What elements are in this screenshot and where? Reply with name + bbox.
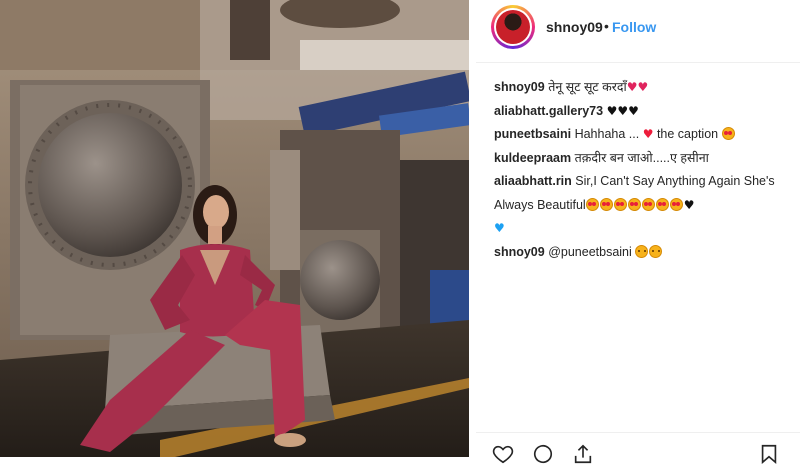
follow-button[interactable]: Follow xyxy=(612,19,656,35)
comment-mention[interactable]: @puneetbsaini xyxy=(548,245,632,259)
star-struck-face-icon xyxy=(585,197,599,211)
comment-username[interactable]: aliaabhatt.rin xyxy=(494,174,572,188)
comment-text: Hahhaha ... xyxy=(574,127,640,141)
post-side-panel: shnoy09 • Follow shnoy09 तेनू सूट सूट कर… xyxy=(476,0,800,465)
comment-text: तेनू सूट सूट करदाँ xyxy=(548,80,627,94)
star-struck-face-icon xyxy=(655,197,669,211)
broken-heart-icon: ♥ xyxy=(637,80,649,94)
avatar xyxy=(496,10,530,44)
share-icon[interactable] xyxy=(572,443,594,465)
avatar-story-ring[interactable] xyxy=(491,5,535,49)
comment-text: तक़दीर बन जाओ.....ए हसीना xyxy=(574,150,709,165)
blue-heart-icon: ♥ xyxy=(494,221,505,235)
black-heart-icon: ♥ xyxy=(628,103,639,118)
star-struck-face-icon xyxy=(669,197,683,211)
comment-icon[interactable] xyxy=(532,443,554,465)
black-heart-icon: ♥ xyxy=(683,197,695,212)
comment-username[interactable]: puneetbsaini xyxy=(494,127,571,141)
red-heart-icon: ♥ xyxy=(642,127,654,141)
comment-username[interactable]: kuldeepraam xyxy=(494,151,571,165)
black-heart-icon: ♥ xyxy=(617,103,629,118)
star-struck-face-icon xyxy=(641,197,655,211)
comment-item: shnoy09 तेनू सूट सूट करदाँ♥♥ xyxy=(494,76,784,100)
comment-text-continued: the caption xyxy=(656,127,719,141)
heart-icon[interactable] xyxy=(492,443,514,465)
post-photo-illustration xyxy=(0,0,469,457)
yum-face-icon xyxy=(649,244,663,258)
comment-item: aliabhatt.gallery73 ♥♥♥ xyxy=(494,100,784,124)
comment-item: aliaabhatt.rin Sir,I Can't Say Anything … xyxy=(494,170,784,241)
star-struck-face-icon xyxy=(627,197,641,211)
action-bar xyxy=(476,432,800,465)
comment-username[interactable]: aliabhatt.gallery73 xyxy=(494,104,603,118)
bookmark-icon[interactable] xyxy=(758,443,780,465)
header-separator: • xyxy=(604,18,609,34)
comment-item: shnoy09 @puneetbsaini xyxy=(494,241,784,265)
comment-item: puneetbsaini Hahhaha ... ♥ the caption xyxy=(494,123,784,147)
avatar-frame xyxy=(494,8,532,46)
post-header: shnoy09 • Follow xyxy=(476,0,800,63)
post-photo[interactable] xyxy=(0,0,469,457)
black-heart-icon: ♥ xyxy=(606,103,618,118)
comment-item: kuldeepraam तक़दीर बन जाओ.....ए हसीना xyxy=(494,147,784,171)
star-struck-face-icon xyxy=(721,127,735,140)
comment-username[interactable]: shnoy09 xyxy=(494,245,545,259)
post-author-username[interactable]: shnoy09 xyxy=(546,19,603,35)
comments-list: shnoy09 तेनू सूट सूट करदाँ♥♥ aliabhatt.g… xyxy=(494,76,784,264)
broken-heart-icon: ♥ xyxy=(626,80,638,94)
star-struck-face-icon xyxy=(613,197,627,211)
star-struck-face-icon xyxy=(599,197,613,211)
yum-face-icon xyxy=(635,244,649,258)
comment-username[interactable]: shnoy09 xyxy=(494,80,545,94)
